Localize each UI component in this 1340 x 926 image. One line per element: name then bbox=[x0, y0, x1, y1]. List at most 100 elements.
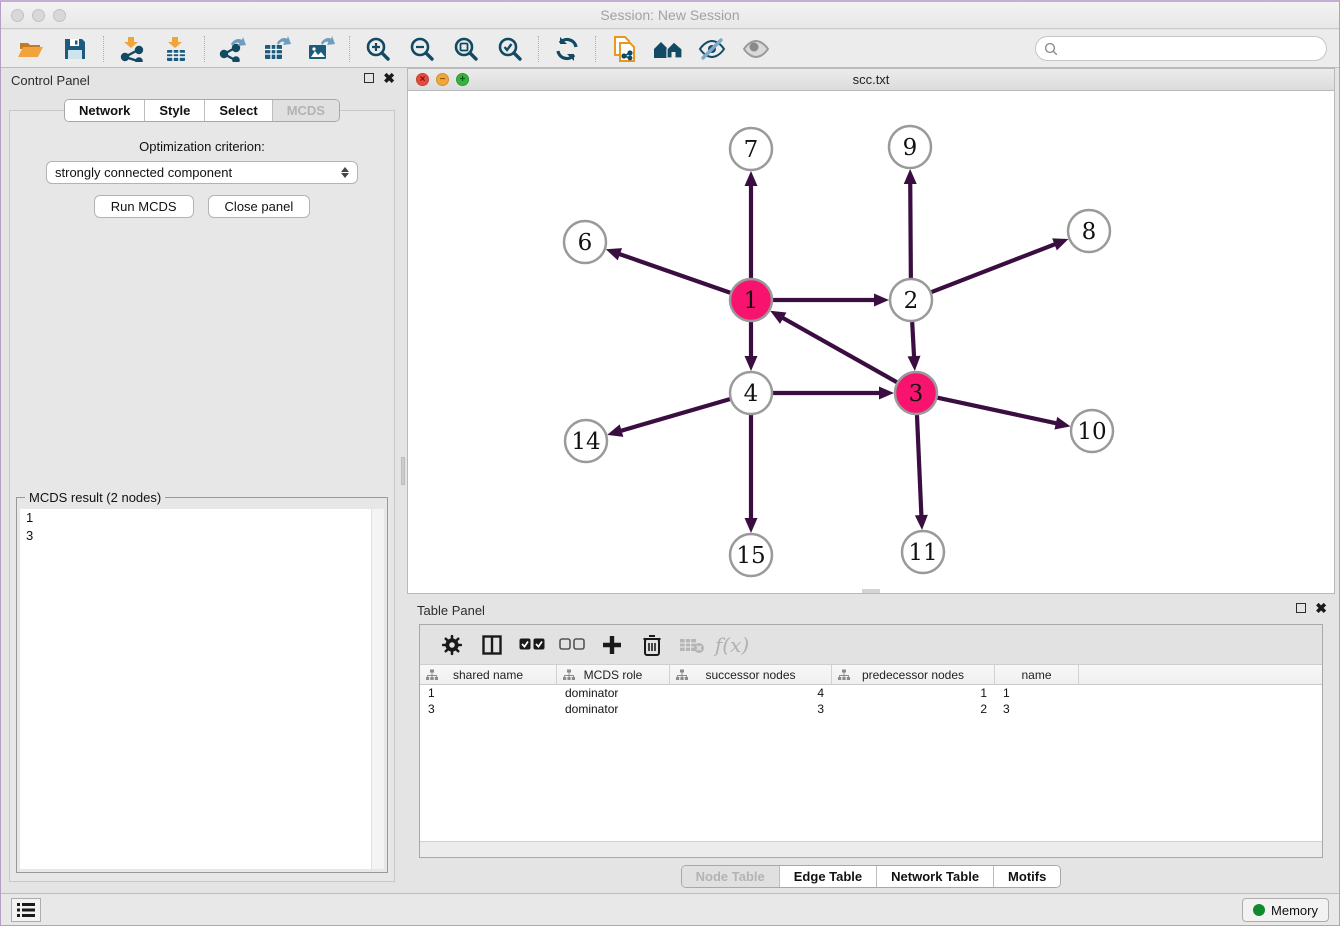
list-icon bbox=[17, 903, 35, 917]
graph-node-label: 8 bbox=[1082, 219, 1097, 245]
control-panel-title: Control Panel bbox=[11, 73, 90, 88]
close-panel-icon[interactable]: ✖ bbox=[383, 73, 395, 83]
network-window-titlebar[interactable]: × − + scc.txt bbox=[408, 69, 1334, 91]
table-row[interactable]: 1dominator411 bbox=[420, 685, 1322, 701]
export-image-button[interactable] bbox=[299, 33, 343, 65]
graph-edge-2-3[interactable] bbox=[912, 322, 914, 359]
task-history-button[interactable] bbox=[11, 898, 41, 922]
network-canvas[interactable]: 7968124314101511 bbox=[408, 91, 1334, 593]
result-line: 3 bbox=[20, 527, 384, 545]
table-cell[interactable]: 3 bbox=[670, 701, 832, 717]
edge-arrowhead bbox=[1052, 238, 1068, 250]
table-row[interactable]: 3dominator323 bbox=[420, 701, 1322, 717]
network-resize-handle[interactable] bbox=[862, 589, 880, 593]
tab-select[interactable]: Select bbox=[204, 100, 271, 121]
table-cell[interactable]: dominator bbox=[557, 685, 670, 701]
graph-edge-4-14[interactable] bbox=[619, 399, 730, 431]
mcds-result-list[interactable]: 13 bbox=[20, 509, 384, 869]
edge-arrowhead bbox=[745, 171, 758, 186]
close-table-panel-icon[interactable]: ✖ bbox=[1315, 603, 1327, 613]
import-table-button[interactable] bbox=[154, 33, 198, 65]
import-network-icon bbox=[119, 36, 145, 62]
graph-edge-3-1[interactable] bbox=[781, 317, 897, 383]
search-input[interactable] bbox=[1063, 41, 1326, 56]
column-header-MCDS-role[interactable]: MCDS role bbox=[557, 665, 670, 685]
show-columns-button[interactable] bbox=[474, 630, 510, 660]
close-panel-button[interactable]: Close panel bbox=[208, 195, 311, 218]
table-cell[interactable]: 3 bbox=[420, 701, 557, 717]
criterion-dropdown[interactable]: strongly connected component bbox=[46, 161, 358, 184]
panel-divider-handle[interactable] bbox=[401, 457, 405, 485]
result-scrollbar[interactable] bbox=[371, 509, 384, 869]
open-session-button[interactable] bbox=[9, 33, 53, 65]
apply-layout-button[interactable] bbox=[545, 33, 589, 65]
table-cell[interactable]: 3 bbox=[995, 701, 1079, 717]
table-horizontal-scrollbar[interactable] bbox=[420, 841, 1322, 857]
zoom-selected-button[interactable] bbox=[488, 33, 532, 65]
float-panel-icon[interactable] bbox=[364, 73, 374, 83]
table-cell[interactable]: 1 bbox=[995, 685, 1079, 701]
table-cell[interactable]: 1 bbox=[420, 685, 557, 701]
main-toolbar bbox=[1, 30, 1339, 68]
function-builder-button[interactable]: f(x) bbox=[714, 630, 750, 660]
edge-arrowhead bbox=[607, 424, 623, 436]
zoom-in-button[interactable] bbox=[356, 33, 400, 65]
table-settings-button[interactable] bbox=[434, 630, 470, 660]
tab-network-table[interactable]: Network Table bbox=[876, 866, 993, 887]
copy-network-button[interactable] bbox=[602, 33, 646, 65]
column-header-name[interactable]: name bbox=[995, 665, 1079, 685]
fx-icon: f(x) bbox=[715, 633, 749, 657]
graph-edge-1-6[interactable] bbox=[617, 253, 730, 293]
float-table-panel-icon[interactable] bbox=[1296, 603, 1306, 613]
column-header-shared-name[interactable]: shared name bbox=[420, 665, 557, 685]
graph-node-label: 15 bbox=[736, 543, 765, 569]
tab-node-table[interactable]: Node Table bbox=[682, 866, 779, 887]
memory-button[interactable]: Memory bbox=[1242, 898, 1329, 922]
search-field[interactable] bbox=[1035, 36, 1327, 61]
show-all-button[interactable] bbox=[734, 33, 778, 65]
graph-edge-2-8[interactable] bbox=[932, 243, 1058, 292]
table-panel: Table Panel ✖ bbox=[407, 598, 1335, 896]
select-all-checks-button[interactable] bbox=[514, 630, 550, 660]
table-panel-title: Table Panel bbox=[417, 603, 485, 618]
graph-node-label: 2 bbox=[904, 288, 919, 314]
delete-table-button[interactable] bbox=[674, 630, 710, 660]
graph-edge-2-9[interactable] bbox=[910, 181, 911, 278]
table-cell[interactable]: 1 bbox=[832, 685, 995, 701]
toolbar-separator bbox=[538, 36, 539, 62]
graph-node-label: 4 bbox=[744, 381, 759, 407]
column-header-predecessor-nodes[interactable]: predecessor nodes bbox=[832, 665, 995, 685]
run-mcds-button[interactable]: Run MCDS bbox=[94, 195, 194, 218]
search-icon bbox=[1044, 42, 1058, 56]
hide-selected-button[interactable] bbox=[690, 33, 734, 65]
zoom-fit-button[interactable] bbox=[444, 33, 488, 65]
export-network-button[interactable] bbox=[211, 33, 255, 65]
delete-column-button[interactable] bbox=[634, 630, 670, 660]
add-column-button[interactable] bbox=[594, 630, 630, 660]
window-titlebar: Session: New Session bbox=[1, 2, 1339, 29]
refresh-icon bbox=[554, 36, 580, 62]
tab-edge-table[interactable]: Edge Table bbox=[779, 866, 876, 887]
dropdown-stepper-icon bbox=[341, 167, 349, 178]
tab-motifs[interactable]: Motifs bbox=[993, 866, 1060, 887]
column-header-successor-nodes[interactable]: successor nodes bbox=[670, 665, 832, 685]
import-network-button[interactable] bbox=[110, 33, 154, 65]
table-cell[interactable]: dominator bbox=[557, 701, 670, 717]
graph-edge-3-11[interactable] bbox=[917, 415, 922, 518]
graph-node-label: 7 bbox=[744, 137, 759, 163]
first-neighbors-button[interactable] bbox=[646, 33, 690, 65]
copy-document-icon bbox=[611, 35, 637, 63]
tab-network[interactable]: Network bbox=[65, 100, 144, 121]
tab-mcds[interactable]: MCDS bbox=[272, 100, 339, 121]
zoom-out-button[interactable] bbox=[400, 33, 444, 65]
trash-icon bbox=[642, 634, 662, 656]
save-session-button[interactable] bbox=[53, 33, 97, 65]
tab-style[interactable]: Style bbox=[144, 100, 204, 121]
graph-edge-3-10[interactable] bbox=[938, 398, 1059, 424]
export-table-button[interactable] bbox=[255, 33, 299, 65]
table-cell[interactable]: 4 bbox=[670, 685, 832, 701]
graph-node-label: 14 bbox=[571, 429, 600, 455]
table-cell[interactable]: 2 bbox=[832, 701, 995, 717]
mcds-result-title: MCDS result (2 nodes) bbox=[25, 490, 165, 505]
deselect-all-checks-button[interactable] bbox=[554, 630, 590, 660]
